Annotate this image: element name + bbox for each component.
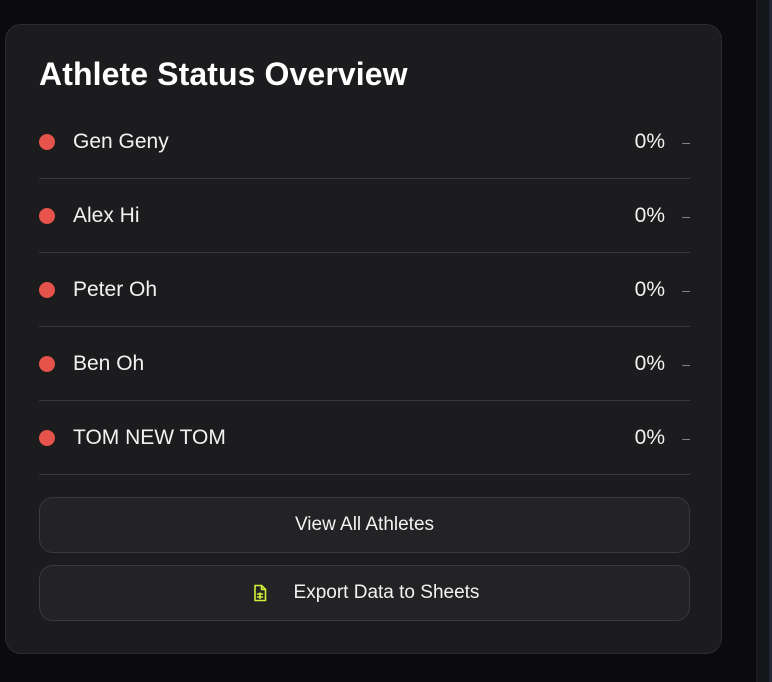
athlete-trend: – <box>682 429 690 446</box>
status-dot-icon <box>39 207 55 224</box>
status-dot-icon <box>39 281 55 298</box>
status-dot-icon <box>39 429 55 446</box>
athlete-trend: – <box>682 281 690 298</box>
view-all-athletes-label: View All Athletes <box>294 514 435 535</box>
athlete-percent: 0% <box>634 425 665 449</box>
athlete-name: Peter Oh <box>73 277 158 301</box>
athlete-row[interactable]: Peter Oh 0% – <box>39 253 690 327</box>
athlete-name: Alex Hi <box>73 203 140 227</box>
athlete-trend: – <box>682 207 690 224</box>
athlete-percent: 0% <box>634 203 665 227</box>
card-title: Athlete Status Overview <box>39 56 408 92</box>
athlete-percent: 0% <box>634 129 665 153</box>
status-dot-icon <box>39 133 55 150</box>
status-dot-icon <box>39 355 55 372</box>
athlete-trend: – <box>682 133 690 150</box>
spreadsheet-icon <box>250 583 270 603</box>
adjacent-panel-edge <box>756 0 772 682</box>
athlete-row[interactable]: Alex Hi 0% – <box>39 179 690 253</box>
export-data-button[interactable]: Export Data to Sheets <box>39 565 690 621</box>
athlete-row[interactable]: TOM NEW TOM 0% – <box>39 401 690 475</box>
athlete-name: Gen Geny <box>73 129 169 153</box>
athlete-trend: – <box>682 355 690 372</box>
athlete-status-card: Athlete Status Overview Gen Geny 0% – Al… <box>5 24 722 654</box>
athlete-percent: 0% <box>634 351 665 375</box>
view-all-athletes-button[interactable]: View All Athletes <box>39 497 690 553</box>
athlete-name: TOM NEW TOM <box>73 425 226 449</box>
athlete-row[interactable]: Ben Oh 0% – <box>39 327 690 401</box>
export-data-label: Export Data to Sheets <box>293 582 480 603</box>
athlete-name: Ben Oh <box>73 351 145 375</box>
athlete-percent: 0% <box>634 277 665 301</box>
athlete-row[interactable]: Gen Geny 0% – <box>39 105 690 179</box>
page: Athlete Status Overview Gen Geny 0% – Al… <box>0 0 772 682</box>
athlete-list: Gen Geny 0% – Alex Hi 0% – Peter Oh 0% –… <box>39 105 690 475</box>
